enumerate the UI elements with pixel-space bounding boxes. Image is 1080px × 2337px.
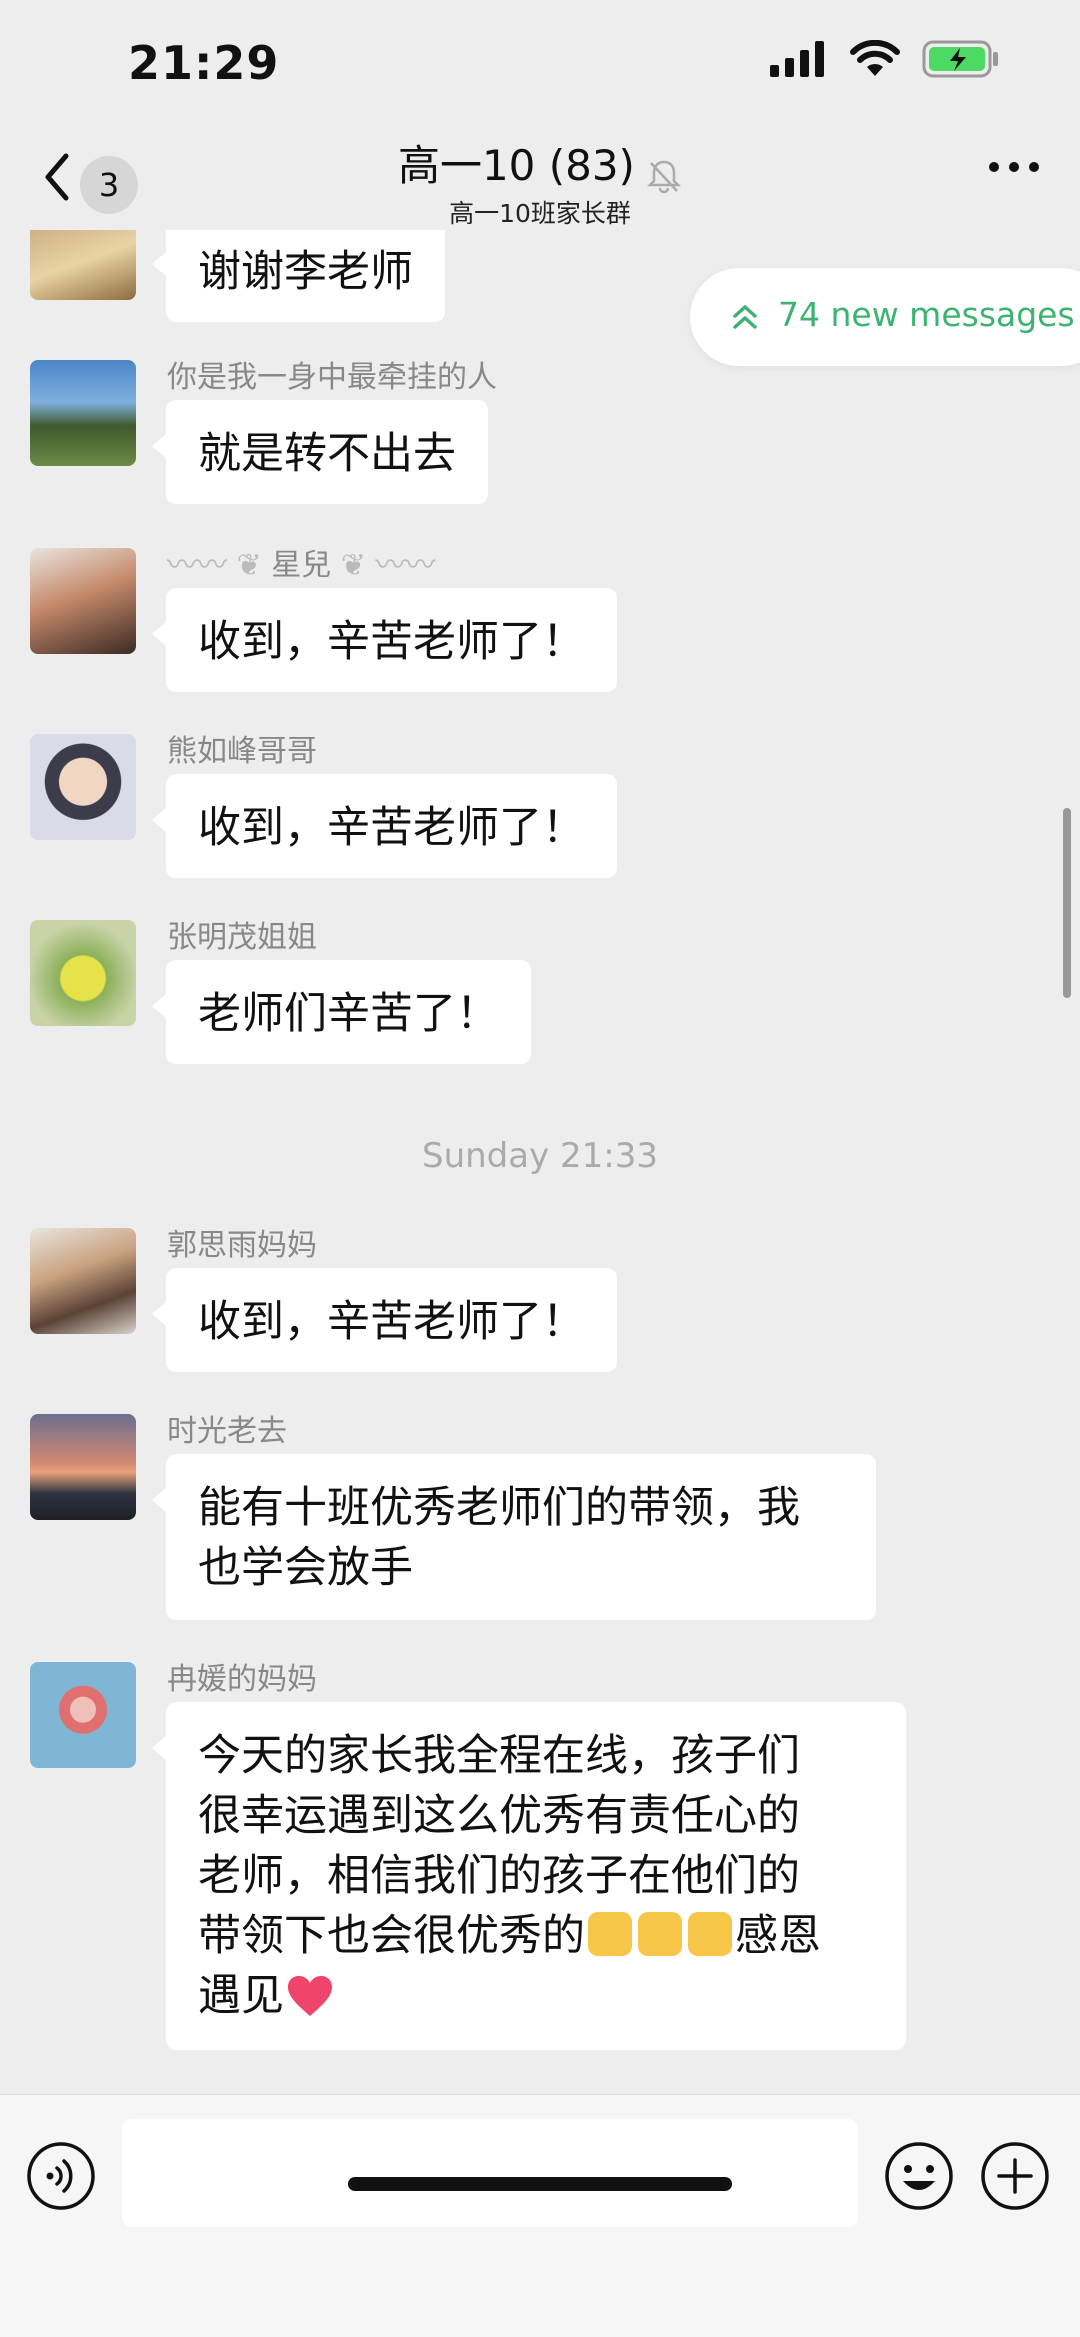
new-messages-button[interactable]: 74 new messages bbox=[690, 268, 1080, 366]
sender-name: 你是我一身中最牵挂的人 bbox=[167, 360, 497, 395]
heart-emoji-icon bbox=[288, 1976, 332, 2016]
message-bubble[interactable]: 老师们辛苦了！ bbox=[152, 960, 531, 1064]
chat-header: 3 高一10 (83) 高一10班家长群 bbox=[0, 130, 1080, 230]
timestamp-divider: Sunday 21:33 bbox=[421, 1136, 658, 1176]
new-messages-label: 74 new messages bbox=[778, 295, 1075, 334]
mute-bell-icon bbox=[647, 160, 682, 193]
message-line: 今天的家长我全程在线，孩子们 bbox=[198, 1731, 800, 1781]
emoji-icon[interactable] bbox=[884, 2141, 954, 2211]
sender-name: 郭思雨妈妈 bbox=[167, 1228, 317, 1263]
message-bubble[interactable]: 今天的家长我全程在线，孩子们 很幸运遇到这么优秀有责任心的 老师，相信我们的孩子… bbox=[152, 1702, 906, 2050]
fist-emoji-icon bbox=[638, 1912, 682, 1956]
status-icons bbox=[770, 40, 1000, 78]
sender-name: 时光老去 bbox=[167, 1414, 287, 1449]
home-indicator[interactable] bbox=[348, 2177, 732, 2191]
sender-name: 熊如峰哥哥 bbox=[167, 734, 317, 769]
voice-icon[interactable] bbox=[26, 2141, 96, 2211]
message-bubble[interactable]: 能有十班优秀老师们的带领，我 也学会放手 bbox=[152, 1454, 876, 1620]
avatar[interactable] bbox=[30, 920, 136, 1026]
plus-icon[interactable] bbox=[980, 2141, 1050, 2211]
sender-name: 〰〰 ❦ 星兒 ❦ 〰〰 bbox=[167, 548, 436, 583]
sender-name: 张明茂姐姐 bbox=[167, 920, 317, 955]
fist-emoji-icon bbox=[688, 1912, 732, 1956]
chat-subtitle: 高一10班家长群 bbox=[449, 198, 631, 228]
message-bubble[interactable]: 收到，辛苦老师了！ bbox=[152, 588, 617, 692]
avatar[interactable] bbox=[30, 230, 136, 300]
more-icon[interactable] bbox=[988, 160, 1040, 174]
avatar[interactable] bbox=[30, 1228, 136, 1334]
sender-name: 冉媛的妈妈 bbox=[167, 1662, 317, 1697]
message-input[interactable] bbox=[122, 2119, 858, 2227]
chat-title: 高一10 (83) bbox=[397, 141, 635, 190]
message-bubble[interactable]: 谢谢李老师 bbox=[152, 230, 445, 322]
message-line: 带领下也会很优秀的 感恩 bbox=[198, 1911, 821, 1961]
input-bar bbox=[0, 2094, 1080, 2337]
message-line: 老师，相信我们的孩子在他们的 bbox=[198, 1851, 800, 1901]
message-line: 能有十班优秀老师们的带领，我 bbox=[198, 1483, 800, 1533]
avatar[interactable] bbox=[30, 1662, 136, 1768]
status-bar: 21:29 bbox=[0, 0, 1080, 130]
message-list[interactable]: 谢谢李老师 你是我一身中最牵挂的人 就是转不出去 〰〰 ❦ 星兒 ❦ 〰〰 收到… bbox=[0, 230, 1080, 2094]
message-line: 遇见 bbox=[198, 1966, 874, 2026]
message-bubble[interactable]: 收到，辛苦老师了！ bbox=[152, 1268, 617, 1372]
status-time: 21:29 bbox=[128, 36, 280, 90]
wifi-icon bbox=[850, 40, 900, 76]
avatar[interactable] bbox=[30, 548, 136, 654]
message-line: 也学会放手 bbox=[198, 1543, 413, 1593]
avatar[interactable] bbox=[30, 734, 136, 840]
battery-icon bbox=[922, 40, 998, 78]
double-chevron-up-icon bbox=[733, 305, 757, 329]
message-bubble[interactable]: 收到，辛苦老师了！ bbox=[152, 774, 617, 878]
message-bubble[interactable]: 就是转不出去 bbox=[152, 400, 488, 504]
signal-icon bbox=[770, 41, 824, 77]
message-line: 很幸运遇到这么优秀有责任心的 bbox=[198, 1791, 800, 1841]
chat-title-area[interactable]: 高一10 (83) 高一10班家长群 bbox=[0, 130, 1080, 230]
scrollbar[interactable] bbox=[1063, 808, 1071, 998]
avatar[interactable] bbox=[30, 360, 136, 466]
fist-emoji-icon bbox=[588, 1912, 632, 1956]
avatar[interactable] bbox=[30, 1414, 136, 1520]
